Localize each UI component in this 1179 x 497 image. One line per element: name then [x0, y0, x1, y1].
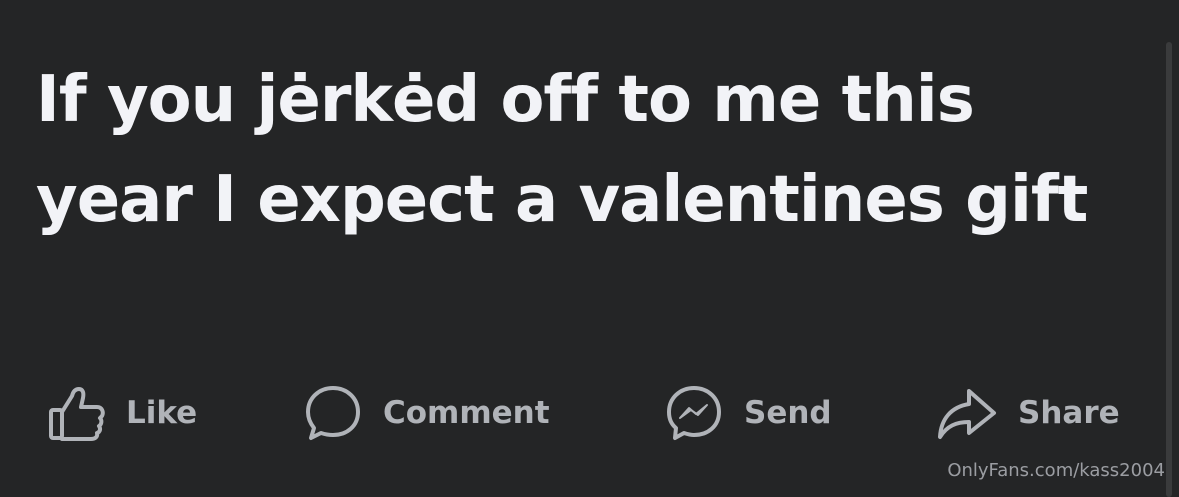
send-label: Send — [744, 395, 832, 431]
comment-label: Comment — [383, 395, 550, 431]
post-action-bar: Like Comment Send Share — [0, 380, 1179, 446]
share-arrow-icon — [938, 389, 996, 439]
thumbs-up-icon — [49, 387, 105, 441]
messenger-icon — [667, 386, 721, 440]
comment-bubble-icon — [306, 386, 360, 440]
send-button[interactable]: Send — [664, 380, 832, 446]
watermark: OnlyFans.com/kass2004 — [947, 460, 1165, 481]
comment-button[interactable]: Comment — [303, 380, 550, 446]
post-text: If you jėrkėd off to me this year I expe… — [36, 63, 1088, 237]
like-label: Like — [126, 395, 198, 431]
like-button[interactable]: Like — [46, 380, 197, 446]
scrollbar[interactable] — [1166, 42, 1172, 497]
share-button[interactable]: Share — [936, 380, 1120, 446]
share-label: Share — [1018, 395, 1120, 431]
